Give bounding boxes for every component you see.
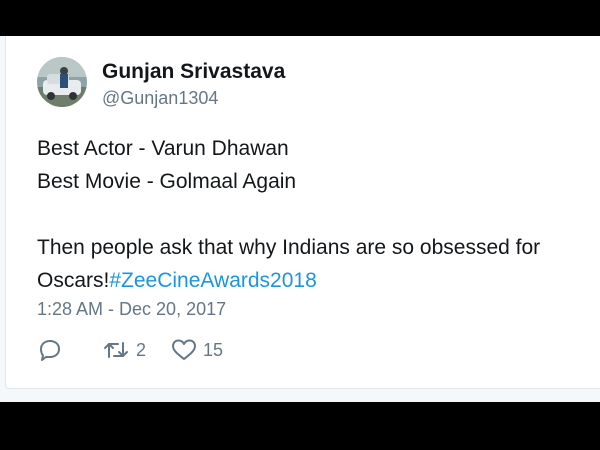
tweet-text-fragment: Oscars! xyxy=(37,269,110,292)
user-handle[interactable]: @Gunjan1304 xyxy=(102,88,218,109)
like-button[interactable]: 15 xyxy=(170,337,223,363)
tweet-actions: 2 15 xyxy=(37,337,223,363)
tweet-frame: Gunjan Srivastava @Gunjan1304 Best Actor… xyxy=(0,36,600,402)
avatar-photo xyxy=(37,57,87,107)
tweet-text: Best Actor - Varun Dhawan Best Movie - G… xyxy=(37,132,600,297)
heart-icon xyxy=(172,339,197,360)
tweet-text-line: Best Actor - Varun Dhawan xyxy=(37,137,289,160)
avatar[interactable] xyxy=(37,57,87,107)
like-count: 15 xyxy=(203,339,224,360)
tweet-text-line: Best Movie - Golmaal Again xyxy=(37,170,297,193)
tweet-timestamp[interactable]: 1:28 AM - Dec 20, 2017 xyxy=(37,299,226,320)
retweet-button[interactable]: 2 xyxy=(101,337,146,363)
tweet-text-line: Then people ask that why Indians are so … xyxy=(37,236,541,259)
tweet-card: Gunjan Srivastava @Gunjan1304 Best Actor… xyxy=(5,36,600,389)
display-name[interactable]: Gunjan Srivastava xyxy=(102,60,285,84)
reply-button[interactable] xyxy=(37,337,63,363)
hashtag-link[interactable]: #ZeeCineAwards2018 xyxy=(109,269,316,292)
speech-bubble-icon xyxy=(40,340,60,361)
tweet-text-line-last: Oscars!#ZeeCineAwards2018 xyxy=(37,264,600,297)
retweet-arrows-icon xyxy=(104,342,128,358)
retweet-count: 2 xyxy=(136,339,147,360)
tweet-text-line xyxy=(37,198,600,231)
